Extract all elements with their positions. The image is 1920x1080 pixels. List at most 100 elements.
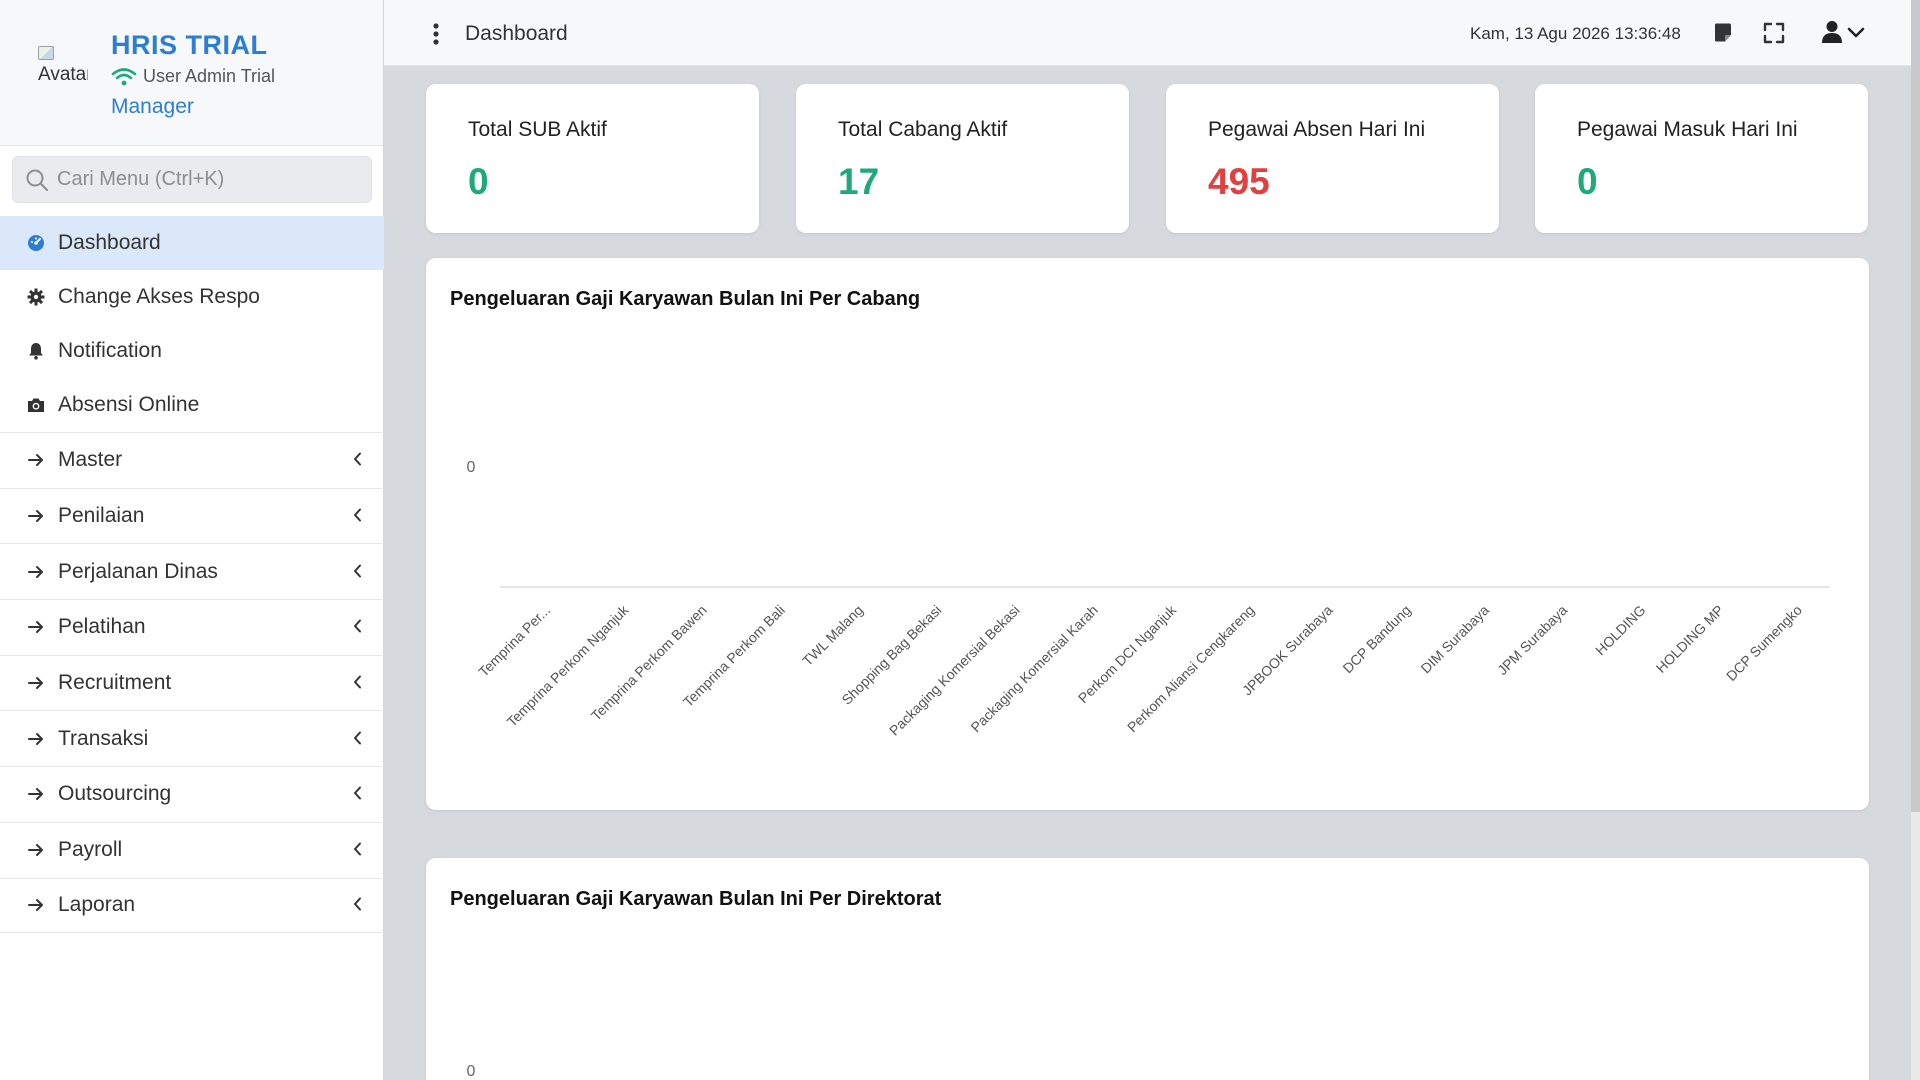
sidebar-group-recruitment[interactable]: Recruitment: [0, 654, 384, 711]
x-tick-label: Temprina Per...: [475, 602, 553, 680]
bar-chart-direktorat: 0: [467, 1063, 476, 1080]
camera-icon: [26, 395, 46, 415]
kebab-menu-icon[interactable]: [432, 22, 440, 51]
stat-value: 0: [468, 161, 489, 202]
sidebar: Avatar HRIS TRIAL User Admin Trial Manag…: [0, 0, 384, 1080]
sidebar-menu: Dashboard Change Akses Respo Notificatio…: [0, 216, 384, 934]
app-title: HRIS TRIAL: [111, 30, 268, 60]
menu-search[interactable]: [12, 156, 372, 203]
user-profile: Avatar HRIS TRIAL User Admin Trial Manag…: [0, 0, 383, 146]
stat-card-pegawai-masuk: Pegawai Masuk Hari Ini 0: [1535, 84, 1868, 233]
sidebar-group-master[interactable]: Master: [0, 432, 384, 488]
datetime: Kam, 13 Agu 2026 13:36:48: [1470, 24, 1681, 43]
sidebar-group-label: Recruitment: [58, 671, 172, 695]
sidebar-group-transaksi[interactable]: Transaksi: [0, 710, 384, 766]
chevron-left-icon: [353, 615, 362, 639]
arrow-right-icon: [26, 506, 46, 526]
sidebar-item-label: Notification: [58, 339, 162, 362]
arrow-right-icon: [26, 562, 46, 582]
x-tick-label: Packaging Komersial Karah: [967, 602, 1100, 735]
dashboard-icon: [26, 233, 46, 253]
sidebar-group-laporan[interactable]: Laporan: [0, 877, 384, 934]
sidebar-group-label: Penilaian: [58, 504, 145, 528]
page-scrollbar[interactable]: [1911, 0, 1920, 1080]
stat-value: 0: [1577, 161, 1598, 202]
sidebar-item-label: Change Akses Respo: [58, 285, 260, 308]
chevron-left-icon: [353, 504, 362, 528]
scrollbar-thumb[interactable]: [1911, 0, 1920, 812]
y-tick-label: 0: [467, 459, 476, 476]
wifi-icon: [111, 67, 137, 85]
search-icon: [26, 169, 49, 191]
sidebar-group-label: Transaksi: [58, 726, 149, 750]
sidebar-group-perjalanan-dinas[interactable]: Perjalanan Dinas: [0, 543, 384, 599]
sidebar-group-penilaian[interactable]: Penilaian: [0, 487, 384, 544]
chart-panel-direktorat: Pengeluaran Gaji Karyawan Bulan Ini Per …: [426, 858, 1869, 1080]
arrow-right-icon: [26, 673, 46, 693]
sidebar-group-payroll[interactable]: Payroll: [0, 821, 384, 878]
sidebar-item-label: Dashboard: [58, 231, 161, 254]
gear-icon: [26, 287, 46, 307]
sidebar-group-label: Pelatihan: [58, 615, 146, 639]
stat-label: Pegawai Absen Hari Ini: [1208, 118, 1426, 141]
avatar-alt-text: Avatar: [38, 64, 88, 85]
stat-label: Total SUB Aktif: [468, 118, 607, 141]
arrow-right-icon: [26, 840, 46, 860]
x-tick-label: DCP Sumengko: [1723, 602, 1805, 684]
chevron-left-icon: [353, 560, 362, 584]
chevron-left-icon: [353, 893, 362, 917]
stat-label: Total Cabang Aktif: [838, 118, 1008, 141]
chevron-left-icon: [353, 782, 362, 806]
sidebar-group-outsourcing[interactable]: Outsourcing: [0, 766, 384, 822]
x-tick-label: DIM Surabaya: [1417, 602, 1492, 677]
chevron-down-icon[interactable]: [1847, 26, 1865, 44]
sidebar-item-label: Absensi Online: [58, 393, 200, 416]
x-tick-label: Packaging Komersial Bekasi: [886, 602, 1023, 739]
sidebar-item-notification[interactable]: Notification: [0, 324, 384, 378]
stat-card-pegawai-absen: Pegawai Absen Hari Ini 495: [1166, 84, 1499, 233]
user-line: User Admin Trial: [111, 66, 275, 87]
sidebar-group-label: Outsourcing: [58, 782, 172, 806]
chevron-left-icon: [353, 727, 362, 751]
broken-image-icon: [38, 46, 54, 60]
x-tick-label: DCP Bandung: [1339, 602, 1413, 676]
sidebar-item-change-akses[interactable]: Change Akses Respo: [0, 270, 384, 324]
arrow-right-icon: [26, 895, 46, 915]
user-name: User Admin Trial: [143, 66, 276, 86]
sidebar-item-dashboard[interactable]: Dashboard: [0, 216, 384, 270]
chevron-left-icon: [353, 448, 362, 472]
y-tick-label: 0: [467, 1063, 476, 1080]
x-tick-label: HOLDING MP: [1653, 602, 1727, 676]
page-title: Dashboard: [465, 22, 568, 45]
stat-card-total-cabang: Total Cabang Aktif 17: [796, 84, 1129, 233]
arrow-right-icon: [26, 729, 46, 749]
sticky-note-icon[interactable]: [1713, 22, 1733, 49]
x-tick-label: HOLDING: [1592, 602, 1648, 658]
x-tick-label: JPM Surabaya: [1494, 602, 1570, 678]
user-role-link[interactable]: Manager: [111, 95, 194, 119]
chart-panel-cabang: Pengeluaran Gaji Karyawan Bulan Ini Per …: [426, 258, 1869, 810]
fullscreen-icon[interactable]: [1763, 22, 1785, 49]
chevron-left-icon: [353, 838, 362, 862]
sidebar-group-label: Payroll: [58, 838, 123, 862]
avatar: Avatar: [38, 46, 88, 94]
stat-card-total-sub: Total SUB Aktif 0: [426, 84, 759, 233]
topbar: Dashboard Kam, 13 Agu 2026 13:36:48: [384, 0, 1912, 66]
sidebar-group-pelatihan[interactable]: Pelatihan: [0, 599, 384, 655]
sidebar-group-label: Master: [58, 448, 123, 472]
stat-value: 495: [1208, 161, 1270, 202]
sidebar-item-absensi-online[interactable]: Absensi Online: [0, 378, 384, 432]
search-input[interactable]: [57, 168, 357, 191]
chevron-left-icon: [353, 671, 362, 695]
arrow-right-icon: [26, 617, 46, 637]
arrow-right-icon: [26, 450, 46, 470]
sidebar-group-label: Perjalanan Dinas: [58, 559, 218, 583]
bell-icon: [26, 341, 46, 361]
stat-value: 17: [838, 161, 880, 202]
stat-label: Pegawai Masuk Hari Ini: [1577, 118, 1798, 141]
arrow-right-icon: [26, 784, 46, 804]
user-icon[interactable]: [1821, 20, 1843, 49]
bar-chart-cabang: 0Temprina Per...Temprina Perkom NganjukT…: [467, 459, 1830, 739]
x-tick-label: Perkom Aliansi Cengkareng: [1124, 602, 1257, 735]
sidebar-group-label: Laporan: [58, 893, 136, 917]
